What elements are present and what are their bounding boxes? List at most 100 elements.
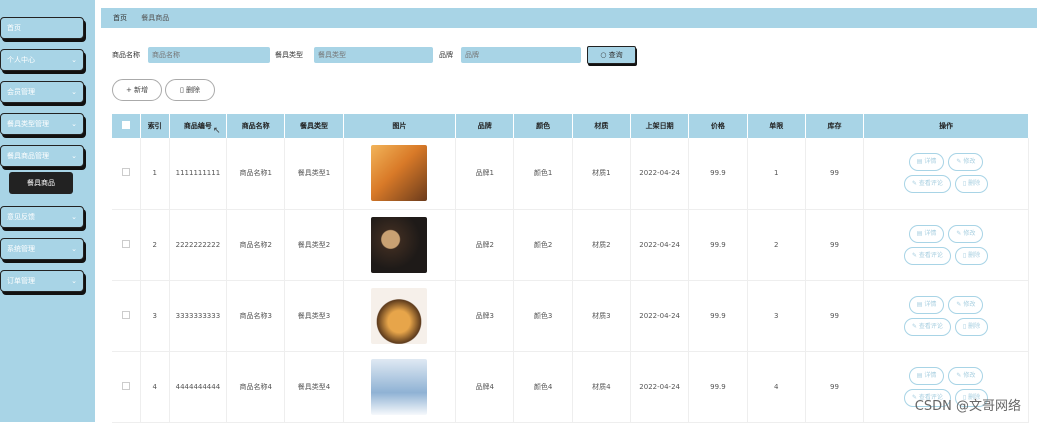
col-index: 索引 (140, 114, 169, 138)
pencil-icon: ✎ (912, 180, 917, 187)
table-row: 44444444444商品名称4餐具类型4品牌4颜色4材质42022-04-24… (112, 351, 1029, 422)
cell-material: 材质3 (572, 280, 630, 351)
sidebar-item-members[interactable]: 会员管理⌄ (0, 81, 84, 103)
brand-input[interactable] (461, 47, 581, 63)
col-name: 商品名称 (227, 114, 285, 138)
row-checkbox[interactable] (122, 311, 130, 319)
chevron-down-icon: ⌄ (71, 82, 77, 102)
row-select-cell[interactable] (112, 280, 140, 351)
row-checkbox[interactable] (122, 168, 130, 176)
cell-brand: 品牌3 (456, 280, 514, 351)
cell-stock: 99 (805, 280, 863, 351)
table-row: 11111111111商品名称1餐具类型1品牌1颜色1材质12022-04-24… (112, 138, 1029, 209)
chevron-down-icon: ⌄ (71, 271, 77, 291)
cell-color: 颜色1 (514, 138, 572, 209)
row-delete-button[interactable]: ▯ 删除 (955, 318, 988, 336)
product-image[interactable] (371, 217, 427, 273)
cell-name: 商品名称2 (227, 209, 285, 280)
document-icon: ▤ (917, 158, 923, 165)
cell-color: 颜色3 (514, 280, 572, 351)
sidebar-item-system[interactable]: 系统管理⌄ (0, 238, 84, 260)
sidebar-item-feedback[interactable]: 意见反馈⌄ (0, 206, 84, 228)
cell-name: 商品名称4 (227, 351, 285, 422)
search-bar: 商品名称 餐具类型 品牌 ○ 查询 (101, 46, 1037, 66)
edit-button[interactable]: ✎ 修改 (948, 225, 983, 243)
edit-button[interactable]: ✎ 修改 (948, 153, 983, 171)
chevron-down-icon: ⌄ (71, 114, 77, 134)
search-button[interactable]: ○ 查询 (587, 46, 636, 64)
detail-button[interactable]: ▤ 详情 (909, 225, 945, 243)
cell-type: 餐具类型3 (285, 280, 343, 351)
detail-button[interactable]: ▤ 详情 (909, 296, 945, 314)
cell-type: 餐具类型2 (285, 209, 343, 280)
mouse-cursor-icon: ↖ (213, 126, 221, 136)
sidebar-item-tableware-goods[interactable]: 餐具商品管理⌄ (0, 145, 84, 167)
cell-image (343, 138, 456, 209)
col-limit: 单限 (747, 114, 805, 138)
tableware-type-input[interactable] (314, 47, 433, 63)
product-image[interactable] (371, 288, 427, 344)
cell-price: 99.9 (689, 138, 747, 209)
cell-index: 4 (140, 351, 169, 422)
cell-stock: 99 (805, 351, 863, 422)
sidebar-item-home[interactable]: 首页 (0, 17, 84, 39)
cell-actions: ▤ 详情 ✎ 修改 ✎ 查看评论 ▯ 删除 (864, 209, 1029, 280)
breadcrumb-current: 餐具商品 (141, 14, 169, 22)
cell-date: 2022-04-24 (631, 138, 689, 209)
add-button[interactable]: + 新增 (112, 79, 162, 101)
row-select-cell[interactable] (112, 351, 140, 422)
view-reviews-button[interactable]: ✎ 查看评论 (904, 175, 951, 193)
select-all-checkbox[interactable] (122, 121, 130, 129)
watermark: CSDN @文哥网络 (915, 395, 1021, 414)
trash-icon: ▯ (963, 180, 966, 187)
cell-image (343, 351, 456, 422)
edit-button[interactable]: ✎ 修改 (948, 296, 983, 314)
cell-date: 2022-04-24 (631, 280, 689, 351)
select-all-header[interactable] (112, 114, 140, 138)
cell-price: 99.9 (689, 209, 747, 280)
sidebar-item-orders[interactable]: 订单管理⌄ (0, 270, 84, 292)
edit-button[interactable]: ✎ 修改 (948, 367, 983, 385)
col-color: 颜色 (514, 114, 572, 138)
view-reviews-button[interactable]: ✎ 查看评论 (904, 318, 951, 336)
pencil-icon: ✎ (956, 301, 961, 308)
document-icon: ▤ (917, 230, 923, 237)
tableware-type-label: 餐具类型 (275, 50, 303, 60)
cell-image (343, 280, 456, 351)
cell-limit: 3 (747, 280, 805, 351)
view-reviews-button[interactable]: ✎ 查看评论 (904, 247, 951, 265)
detail-button[interactable]: ▤ 详情 (909, 367, 945, 385)
main-content: 首页 餐具商品 商品名称 餐具类型 品牌 ○ 查询 + 新增 ▯ 删除 索引 商… (101, 0, 1037, 422)
breadcrumb-home[interactable]: 首页 (113, 14, 127, 22)
cell-date: 2022-04-24 (631, 351, 689, 422)
cell-type: 餐具类型1 (285, 138, 343, 209)
cell-code: 2222222222 (169, 209, 226, 280)
cell-index: 2 (140, 209, 169, 280)
sidebar: 首页 个人中心⌄ 会员管理⌄ 餐具类型管理⌄ 餐具商品管理⌄ 餐具商品 意见反馈… (0, 0, 95, 422)
row-checkbox[interactable] (122, 240, 130, 248)
trash-icon: ▯ (963, 252, 966, 259)
trash-icon: ▯ (180, 86, 184, 94)
chevron-down-icon: ⌄ (71, 207, 77, 227)
cell-type: 餐具类型4 (285, 351, 343, 422)
row-checkbox[interactable] (122, 382, 130, 390)
delete-button[interactable]: ▯ 删除 (165, 79, 215, 101)
detail-button[interactable]: ▤ 详情 (909, 153, 945, 171)
trash-icon: ▯ (963, 323, 966, 330)
table-row: 33333333333商品名称3餐具类型3品牌3颜色3材质32022-04-24… (112, 280, 1029, 351)
product-name-input[interactable] (148, 47, 270, 63)
row-select-cell[interactable] (112, 209, 140, 280)
sidebar-item-tableware-types[interactable]: 餐具类型管理⌄ (0, 113, 84, 135)
cell-name: 商品名称3 (227, 280, 285, 351)
cell-actions: ▤ 详情 ✎ 修改 ✎ 查看评论 ▯ 删除 (864, 280, 1029, 351)
col-type: 餐具类型 (285, 114, 343, 138)
product-image[interactable] (371, 145, 427, 201)
row-delete-button[interactable]: ▯ 删除 (955, 175, 988, 193)
submenu-item-tableware-goods[interactable]: 餐具商品 (9, 172, 73, 194)
cell-material: 材质4 (572, 351, 630, 422)
sidebar-item-profile[interactable]: 个人中心⌄ (0, 49, 84, 71)
chevron-down-icon: ⌄ (71, 146, 77, 166)
row-select-cell[interactable] (112, 138, 140, 209)
product-image[interactable] (371, 359, 427, 415)
row-delete-button[interactable]: ▯ 删除 (955, 247, 988, 265)
